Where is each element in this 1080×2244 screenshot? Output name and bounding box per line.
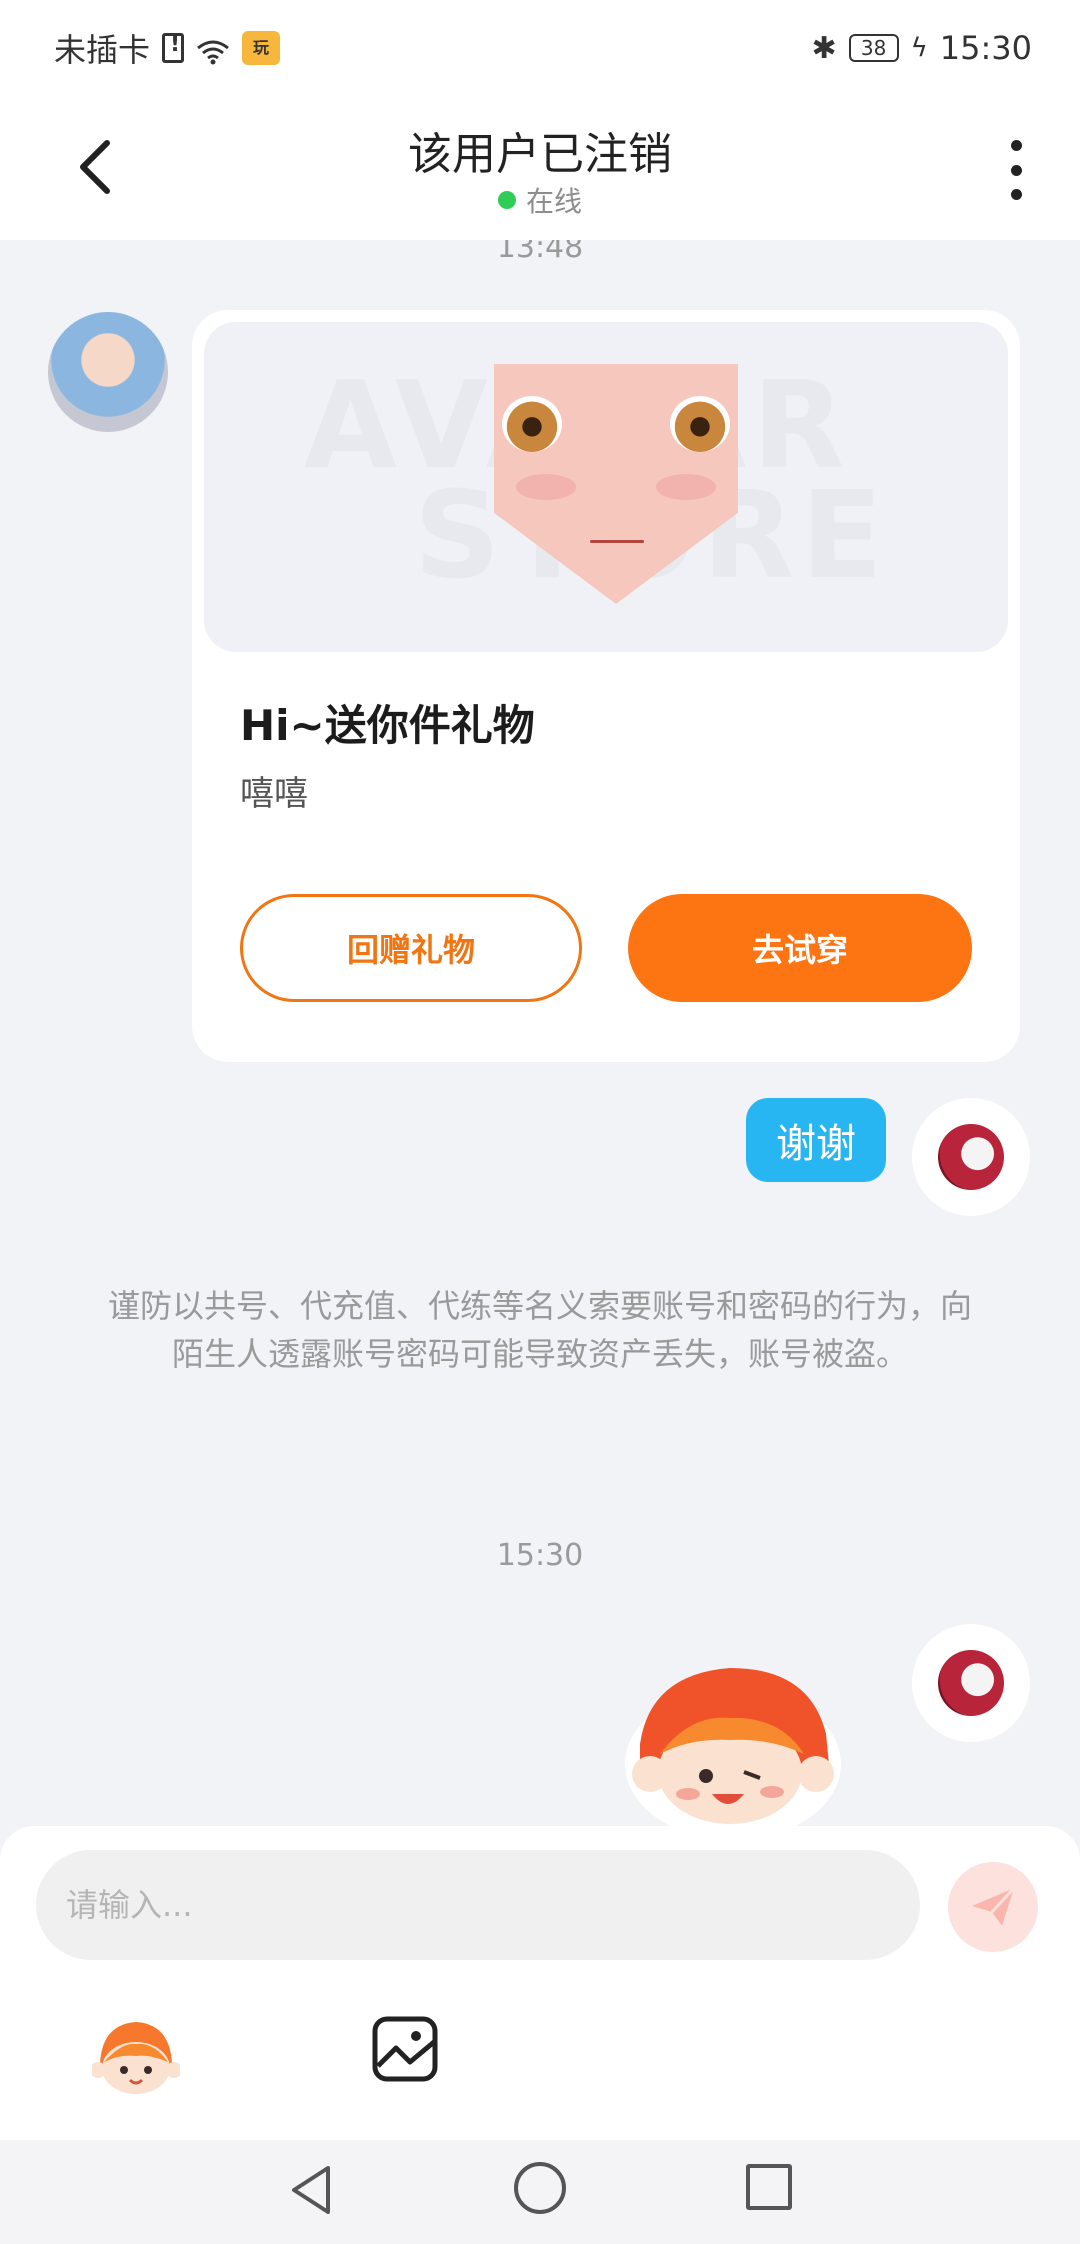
nav-back-icon[interactable] (284, 2162, 340, 2218)
sim-alert-icon (162, 32, 185, 63)
more-vertical-icon (1010, 140, 1022, 151)
blush-right (656, 474, 716, 500)
status-left: 未插卡 玩 (54, 25, 281, 71)
app-badge-icon: 玩 (242, 31, 281, 65)
eye-right (670, 396, 730, 452)
page-title: 该用户已注销 (408, 129, 672, 180)
self-avatar[interactable] (912, 1098, 1030, 1216)
clock: 15:30 (939, 29, 1032, 67)
more-options-button[interactable] (996, 140, 1036, 200)
chat-messages[interactable]: 13:48 AVATAR STORE Hi~送你件礼物 嘻嘻 回赠礼物 去试穿 … (0, 240, 1080, 1830)
sticker-message[interactable] (620, 1654, 846, 1830)
message-input[interactable] (36, 1850, 920, 1960)
send-button[interactable] (948, 1862, 1038, 1952)
nav-recent-icon[interactable] (746, 2164, 792, 2210)
bluetooth-icon: ✱ (811, 30, 837, 66)
status-right: ✱ 38 ϟ 15:30 (811, 29, 1032, 67)
gift-subtitle: 嘻嘻 (240, 774, 308, 814)
gift-preview-image[interactable]: AVATAR STORE (204, 322, 1008, 652)
online-status: 在线 (0, 180, 1080, 220)
more-dot (1010, 189, 1022, 200)
battery-icon: 38 (848, 34, 899, 62)
lychee-avatar-icon (938, 1124, 1004, 1190)
gift-title: Hi~送你件礼物 (240, 701, 535, 750)
eye-left (502, 396, 562, 452)
nav-home-icon[interactable] (514, 2162, 566, 2214)
send-icon (972, 1886, 1016, 1926)
system-nav-bar (0, 2140, 1080, 2244)
timestamp: 15:30 (496, 1538, 584, 1573)
self-message-bubble[interactable]: 谢谢 (746, 1098, 886, 1182)
online-status-label: 在线 (525, 185, 582, 218)
self-avatar[interactable] (912, 1624, 1030, 1742)
input-bar (0, 1826, 1080, 2140)
more-dot (1010, 164, 1022, 176)
online-dot-icon (497, 191, 516, 209)
mouth (590, 540, 644, 543)
timestamp: 13:48 (496, 240, 584, 265)
image-icon[interactable] (370, 2014, 440, 2084)
peer-avatar[interactable] (48, 312, 168, 432)
charging-icon: ϟ (910, 33, 928, 63)
chat-header: 该用户已注销 在线 (0, 96, 1080, 240)
gift-card: AVATAR STORE Hi~送你件礼物 嘻嘻 回赠礼物 去试穿 (192, 310, 1020, 1062)
lychee-avatar-icon (938, 1650, 1004, 1716)
wifi-icon (196, 35, 230, 65)
emoji-sticker-icon[interactable] (92, 2014, 180, 2098)
carrier-label: 未插卡 (54, 31, 151, 69)
blush-left (516, 474, 576, 500)
try-on-button[interactable]: 去试穿 (628, 894, 972, 1002)
return-gift-button[interactable]: 回赠礼物 (240, 894, 582, 1002)
security-notice: 谨防以共号、代充值、代练等名义索要账号和密码的行为，向陌生人透露账号密码可能导致… (107, 1287, 972, 1373)
status-bar: 未插卡 玩 ✱ 38 ϟ 15:30 (0, 0, 1080, 96)
